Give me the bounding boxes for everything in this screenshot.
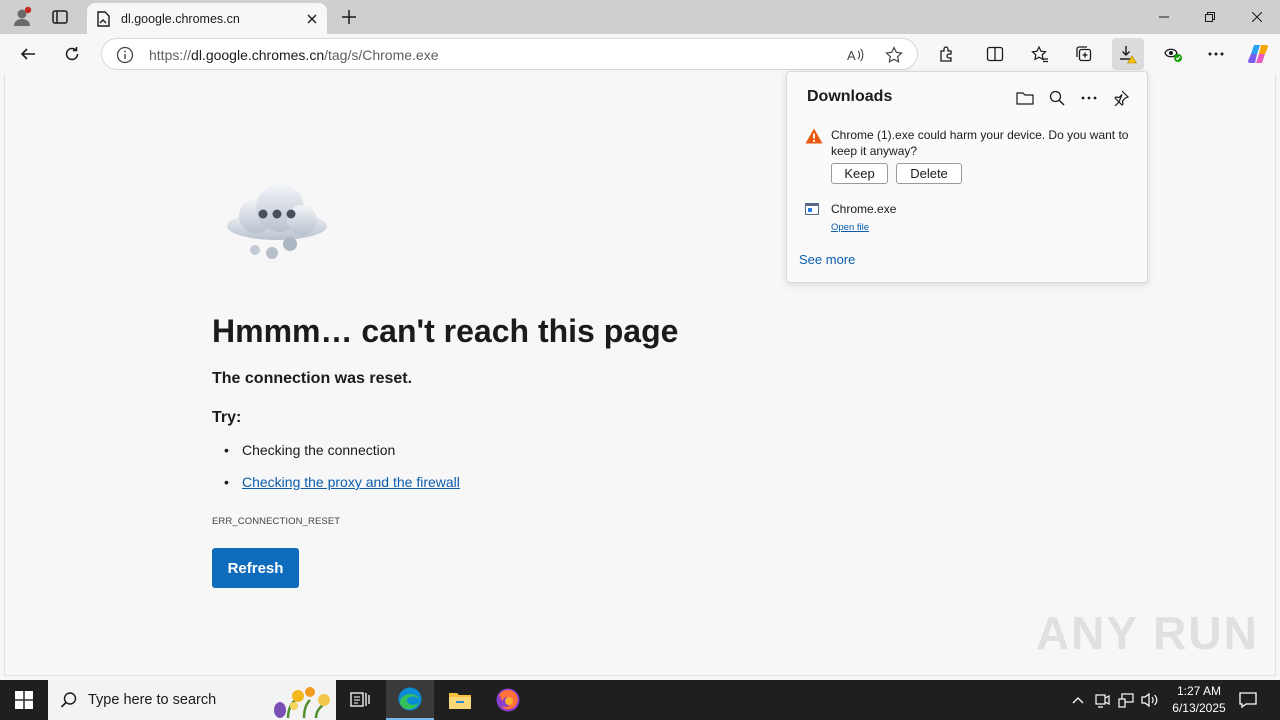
download-file-name: Chrome.exe [831, 202, 897, 216]
browser-toolbar: https://dl.google.chromes.cn/tag/s/Chrom… [0, 34, 1280, 74]
suggestion-item: Checking the proxy and the firewall [224, 474, 460, 506]
file-explorer-icon[interactable] [436, 680, 484, 720]
see-more-link[interactable]: See more [799, 252, 855, 267]
tab-active[interactable]: dl.google.chromes.cn [87, 3, 327, 34]
error-code: ERR_CONNECTION_RESET [212, 516, 341, 527]
collections-icon[interactable] [1068, 38, 1100, 70]
firefox-icon[interactable] [484, 680, 532, 720]
tab-actions-icon[interactable] [48, 5, 72, 29]
warning-icon [805, 128, 823, 144]
new-tab-icon[interactable] [337, 5, 361, 29]
tab-title: dl.google.chromes.cn [121, 11, 240, 26]
system-clock[interactable]: 1:27 AM 6/13/2025 [1160, 683, 1238, 717]
notification-center-icon[interactable] [1238, 690, 1258, 710]
open-file-link[interactable]: Open file [831, 222, 869, 233]
search-icon [60, 692, 77, 708]
pin-icon[interactable] [1109, 86, 1133, 110]
download-warning-text: Chrome (1).exe could harm your device. D… [831, 128, 1129, 158]
site-info-icon[interactable] [116, 46, 134, 64]
downloads-title: Downloads [807, 88, 893, 105]
delete-button[interactable]: Delete [896, 163, 962, 184]
search-placeholder: Type here to search [88, 692, 217, 708]
cloud-error-icon [227, 184, 327, 259]
settings-more-icon[interactable] [1200, 38, 1232, 70]
clock-time: 1:27 AM [1176, 684, 1222, 698]
reload-icon[interactable] [56, 38, 88, 70]
refresh-button[interactable]: Refresh [212, 548, 299, 588]
flowers-illustration-icon [274, 687, 330, 718]
error-subtitle: The connection was reset. [212, 370, 413, 387]
favorites-icon[interactable] [1024, 38, 1056, 70]
read-aloud-icon[interactable]: A [844, 44, 866, 66]
downloads-panel: Downloads Chrome (1).exe could harm your… [786, 71, 1148, 283]
taskbar-search-box[interactable]: Type here to search [48, 680, 336, 720]
clock-date: 6/13/2025 [1172, 701, 1226, 715]
keep-button[interactable]: Keep [831, 163, 888, 184]
downloads-icon[interactable] [1112, 38, 1144, 70]
search-downloads-icon[interactable] [1045, 86, 1069, 110]
windows-taskbar: Type here to search 1:27 AM 6/13/2025 [0, 680, 1280, 720]
svg-text:A: A [847, 48, 856, 63]
show-hidden-icons-icon[interactable] [1068, 690, 1088, 710]
task-view-icon[interactable] [336, 680, 384, 720]
tab-strip: dl.google.chromes.cn [0, 0, 1280, 34]
error-title: Hmmm… can't reach this page [212, 313, 679, 349]
volume-icon[interactable] [1140, 690, 1160, 710]
meet-now-icon[interactable] [1092, 690, 1112, 710]
proxy-firewall-link[interactable]: Checking the proxy and the firewall [242, 474, 460, 490]
close-window-icon[interactable] [1234, 0, 1280, 34]
network-icon[interactable] [1116, 690, 1136, 710]
extensions-icon[interactable] [931, 38, 963, 70]
close-tab-icon[interactable] [303, 10, 321, 28]
watermark-logo: ANY RUN [1036, 607, 1259, 659]
copilot-icon[interactable] [1242, 38, 1274, 70]
exe-file-icon [805, 203, 819, 215]
open-folder-icon[interactable] [1013, 86, 1037, 110]
url-text[interactable]: https://dl.google.chromes.cn/tag/s/Chrom… [149, 47, 439, 63]
try-heading: Try: [212, 409, 242, 426]
more-options-icon[interactable] [1077, 86, 1101, 110]
split-screen-icon[interactable] [979, 38, 1011, 70]
suggestion-list: Checking the connection Checking the pro… [224, 442, 460, 506]
suggestion-item: Checking the connection [224, 442, 460, 474]
minimize-icon[interactable] [1141, 0, 1187, 34]
address-bar[interactable]: https://dl.google.chromes.cn/tag/s/Chrom… [101, 38, 918, 70]
start-windows-icon[interactable] [0, 680, 48, 720]
back-icon[interactable] [12, 38, 44, 70]
edge-taskbar-icon[interactable] [386, 680, 434, 720]
restore-icon[interactable] [1187, 0, 1233, 34]
browser-essentials-icon[interactable] [1157, 38, 1189, 70]
profile-icon[interactable] [10, 5, 34, 29]
favorite-star-icon[interactable] [883, 44, 905, 66]
page-broken-icon [95, 10, 111, 27]
